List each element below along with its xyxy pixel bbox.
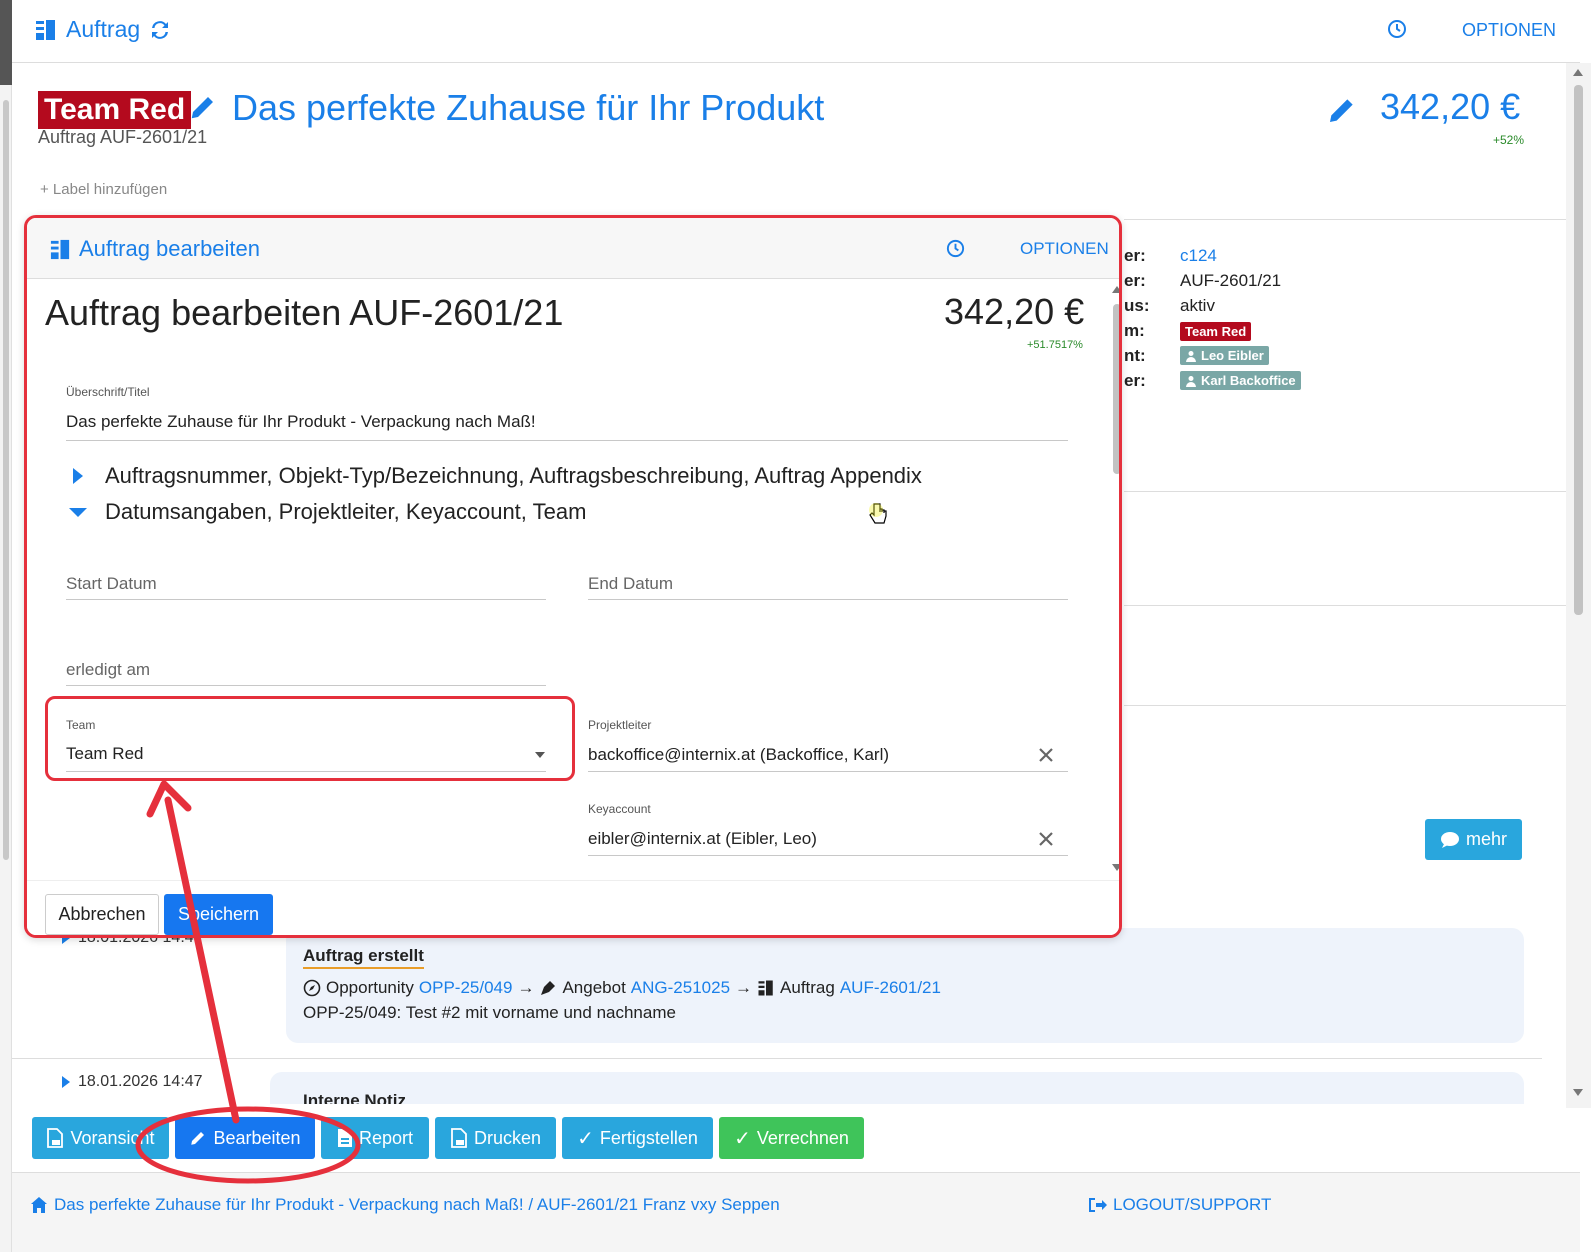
title-input[interactable]: Das perfekte Zuhause für Ihr Produkt - V… <box>66 412 536 432</box>
verrechnen-button[interactable]: ✓ Verrechnen <box>719 1117 864 1159</box>
angebot-link[interactable]: ANG-251025 <box>631 978 730 998</box>
page-title: Das perfekte Zuhause für Ihr Produkt <box>232 87 825 128</box>
dialog-header-title: Auftrag bearbeiten <box>49 236 260 262</box>
options-menu[interactable]: OPTIONEN <box>1462 20 1556 41</box>
section-auftragsdaten[interactable]: Auftragsnummer, Objekt-Typ/Bezeichnung, … <box>69 463 922 489</box>
section-datumsangaben[interactable]: Datumsangaben, Projektleiter, Keyaccount… <box>69 499 586 525</box>
timeline-entry: Auftrag erstellt Opportunity OPP-25/049 … <box>286 928 1524 1043</box>
projektleiter-label: Projektleiter <box>588 718 652 732</box>
pencil-icon <box>191 1132 205 1145</box>
pdf-file-icon <box>451 1128 467 1148</box>
edit-order-dialog: Auftrag bearbeiten OPTIONEN Auftrag bear… <box>24 215 1122 938</box>
drucken-button[interactable]: Drucken <box>435 1117 556 1159</box>
order-icon <box>50 239 70 259</box>
team-badge: Team Red <box>38 91 192 129</box>
app-title-label: Auftrag <box>66 16 141 42</box>
left-edge <box>0 0 12 1252</box>
edit-price-pencil-icon[interactable] <box>1326 94 1358 126</box>
timeline-date-2[interactable]: 18.01.2026 14:47 <box>62 1073 203 1091</box>
page-subtitle: Auftrag AUF-2601/21 <box>38 127 208 147</box>
done-date-input[interactable]: erledigt am <box>66 660 150 680</box>
team-field-highlight <box>45 696 575 781</box>
user-icon <box>1186 350 1196 362</box>
pdf-file-icon <box>47 1128 64 1148</box>
report-button[interactable]: Report <box>321 1117 429 1159</box>
edit-title-pencil-icon[interactable] <box>188 92 218 122</box>
dialog-price: 342,20 € <box>944 291 1085 332</box>
history-icon[interactable] <box>945 238 966 259</box>
dialog-title: Auftrag bearbeiten AUF-2601/21 <box>45 292 564 333</box>
top-bar: Auftrag OPTIONEN <box>12 0 1580 63</box>
page-scrollbar[interactable] <box>1566 63 1591 1108</box>
fertigstellen-button[interactable]: ✓ Fertigstellen <box>562 1117 713 1159</box>
history-icon[interactable] <box>1386 18 1408 40</box>
customer-link[interactable]: c124 <box>1180 246 1217 266</box>
voransicht-button[interactable]: Voransicht <box>32 1117 169 1159</box>
title-field-label: Überschrift/Titel <box>66 385 150 399</box>
dialog-price-change: +51.7517% <box>1027 339 1083 351</box>
save-button[interactable]: Speichern <box>164 894 273 935</box>
user-icon <box>1186 375 1196 387</box>
breadcrumb[interactable]: Das perfekte Zuhause für Ihr Produkt - V… <box>30 1195 780 1215</box>
keyaccount-input[interactable]: eibler@internix.at (Eibler, Leo) <box>588 829 817 849</box>
timeline-text: OPP-25/049: Test #2 mit vorname und nach… <box>303 1003 676 1022</box>
keyaccount-label: Keyaccount <box>588 802 651 816</box>
check-icon: ✓ <box>734 1127 751 1150</box>
clear-keyaccount-icon[interactable] <box>1037 830 1055 848</box>
arrow-right-icon: → <box>517 978 535 997</box>
dialog-options-menu[interactable]: OPTIONEN <box>1020 239 1109 259</box>
bearbeiten-button[interactable]: Bearbeiten <box>175 1117 315 1159</box>
comment-icon <box>1440 831 1459 848</box>
header-price: 342,20 € <box>1380 86 1521 127</box>
footer: Das perfekte Zuhause für Ihr Produkt - V… <box>12 1172 1580 1252</box>
sign-out-icon <box>1089 1198 1107 1212</box>
more-comments-button[interactable]: mehr <box>1425 819 1522 860</box>
keyaccount-tag: Leo Eibler <box>1180 346 1269 365</box>
team-tag: Team Red <box>1180 322 1252 341</box>
caret-right-icon <box>73 468 83 484</box>
dialog-scrollbar[interactable] <box>1111 284 1119 878</box>
check-icon: ✓ <box>577 1127 594 1150</box>
pen-nib-icon <box>541 981 556 995</box>
home-icon <box>31 1197 47 1213</box>
expand-icon <box>62 1076 70 1088</box>
dialog-header: Auftrag bearbeiten OPTIONEN <box>27 218 1119 279</box>
caret-down-icon <box>69 507 87 517</box>
refresh-icon[interactable] <box>148 18 172 42</box>
file-icon <box>337 1129 352 1147</box>
hand-cursor-icon <box>869 503 887 524</box>
cancel-button[interactable]: Abbrechen <box>45 894 159 935</box>
app-title[interactable]: Auftrag <box>34 16 172 43</box>
order-icon <box>758 980 773 996</box>
auftrag-link[interactable]: AUF-2601/21 <box>840 978 941 998</box>
start-date-input[interactable]: Start Datum <box>66 574 157 594</box>
compass-icon <box>303 979 321 997</box>
arrow-right-icon: → <box>735 978 753 997</box>
projektleiter-tag: Karl Backoffice <box>1180 371 1301 390</box>
order-icon <box>36 19 55 40</box>
clear-projektleiter-icon[interactable] <box>1037 746 1055 764</box>
projektleiter-input[interactable]: backoffice@internix.at (Backoffice, Karl… <box>588 745 889 765</box>
dialog-footer: Abbrechen Speichern <box>27 880 1119 935</box>
add-label-link[interactable]: + Label hinzufügen <box>40 181 167 198</box>
header-price-change: +52% <box>1493 133 1525 147</box>
logout-support-link[interactable]: LOGOUT/SUPPORT <box>1087 1195 1271 1215</box>
document-chain: Opportunity OPP-25/049 → Angebot ANG-251… <box>303 978 941 998</box>
action-bar: Voransicht Bearbeiten Report Drucken ✓ F… <box>12 1104 1566 1172</box>
opportunity-link[interactable]: OPP-25/049 <box>419 978 513 998</box>
end-date-input[interactable]: End Datum <box>588 574 673 594</box>
timeline-heading: Auftrag erstellt <box>303 946 424 969</box>
